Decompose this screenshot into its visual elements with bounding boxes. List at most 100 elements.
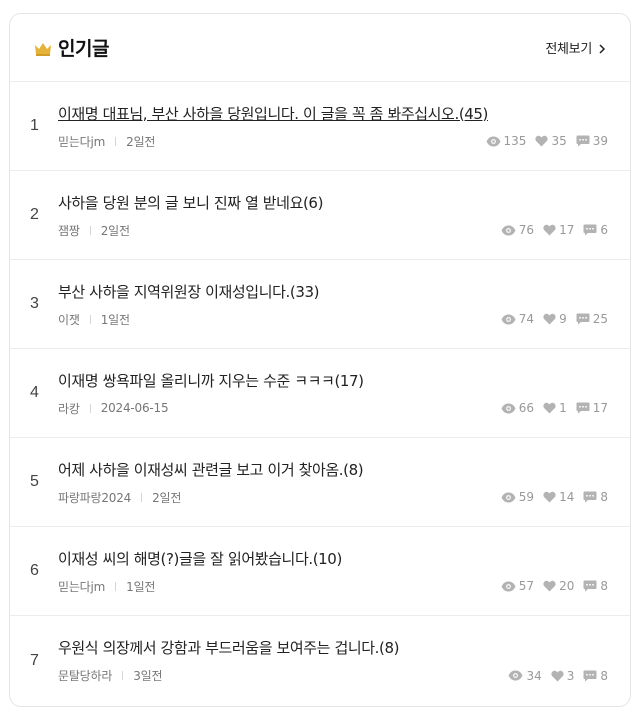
post-stats: 135 35 39 bbox=[477, 134, 608, 148]
post-meta: 파랑파랑2024 2일전 59 14 8 bbox=[58, 489, 608, 506]
rank-number: 4 bbox=[30, 384, 39, 401]
list-item[interactable]: 7 우원식 의장께서 강함과 부드러움을 보여주는 겁니다.(8) 문탈당하라 … bbox=[10, 616, 630, 705]
post-meta: 잼짱 2일전 76 17 6 bbox=[58, 222, 608, 239]
post-author: 이잿 bbox=[58, 312, 80, 327]
comment-stat: 8 bbox=[583, 490, 608, 504]
post-title[interactable]: 우원식 의장께서 강함과 부드러움을 보여주는 겁니다.(8) bbox=[58, 637, 608, 658]
post-time: 2024-06-15 bbox=[100, 401, 169, 415]
eye-icon bbox=[501, 492, 516, 502]
view-count: 76 bbox=[518, 223, 535, 237]
view-stat: 135 bbox=[486, 134, 527, 148]
post-title[interactable]: 사하을 당원 분의 글 보니 진짜 열 받네요(6) bbox=[58, 192, 608, 213]
post-title[interactable]: 이재성 씨의 해명(?)글을 잘 읽어봤습니다.(10) bbox=[58, 548, 608, 569]
post-body: 이재명 쌍욕파일 올리니까 지우는 수준 ㅋㅋㅋ(17) 라캉 2024-06-… bbox=[58, 370, 608, 417]
comment-count: 39 bbox=[592, 134, 608, 148]
post-title[interactable]: 어제 사하을 이재성씨 관련글 보고 이거 찾아옴.(8) bbox=[58, 459, 608, 480]
comment-icon bbox=[576, 135, 590, 147]
post-body: 이재명 대표님, 부산 사하을 당원입니다. 이 글을 꼭 좀 봐주십시오.(4… bbox=[58, 103, 608, 150]
view-all-label: 전체보기 bbox=[545, 42, 592, 57]
like-count: 14 bbox=[559, 490, 575, 504]
post-time: 2일전 bbox=[152, 490, 182, 505]
comment-stat: 6 bbox=[583, 223, 608, 237]
like-count: 35 bbox=[551, 134, 567, 148]
post-author: 믿는다jm bbox=[58, 134, 106, 149]
post-author: 라캉 bbox=[58, 401, 80, 416]
meta-left: 믿는다jm 1일전 bbox=[58, 578, 155, 595]
post-title[interactable]: 이재명 대표님, 부산 사하을 당원입니다. 이 글을 꼭 좀 봐주십시오.(4… bbox=[58, 103, 608, 124]
post-title[interactable]: 부산 사하을 지역위원장 이재성입니다.(33) bbox=[58, 281, 608, 302]
post-stats: 57 20 8 bbox=[492, 579, 608, 593]
view-count: 135 bbox=[503, 134, 527, 148]
chevron-right-icon bbox=[598, 43, 606, 54]
popular-posts-card: 인기글 전체보기 1 이재명 대표님, 부산 사하을 당원입니다. 이 글을 꼭… bbox=[9, 13, 631, 707]
view-count: 66 bbox=[518, 401, 535, 415]
like-stat: 9 bbox=[543, 312, 567, 326]
divider bbox=[115, 136, 117, 146]
meta-left: 잼짱 2일전 bbox=[58, 222, 130, 239]
eye-icon bbox=[501, 314, 516, 324]
view-stat: 76 bbox=[501, 223, 534, 237]
post-author: 믿는다jm bbox=[58, 579, 106, 594]
like-stat: 35 bbox=[535, 134, 567, 148]
list-item[interactable]: 6 이재성 씨의 해명(?)글을 잘 읽어봤습니다.(10) 믿는다jm 1일전 bbox=[10, 527, 630, 616]
post-time: 2일전 bbox=[126, 134, 156, 149]
comment-icon bbox=[583, 491, 597, 503]
divider bbox=[89, 403, 91, 413]
post-time: 1일전 bbox=[100, 312, 130, 327]
comment-count: 8 bbox=[600, 668, 608, 683]
divider bbox=[89, 225, 91, 235]
post-body: 우원식 의장께서 강함과 부드러움을 보여주는 겁니다.(8) 문탈당하라 3일… bbox=[58, 637, 608, 684]
meta-left: 라캉 2024-06-15 bbox=[58, 400, 169, 417]
comment-count: 25 bbox=[592, 312, 608, 326]
like-count: 20 bbox=[559, 579, 575, 593]
post-body: 사하을 당원 분의 글 보니 진짜 열 받네요(6) 잼짱 2일전 76 17 … bbox=[58, 192, 608, 239]
view-stat: 66 bbox=[501, 401, 534, 415]
post-body: 이재성 씨의 해명(?)글을 잘 읽어봤습니다.(10) 믿는다jm 1일전 5… bbox=[58, 548, 608, 595]
post-author: 문탈당하라 bbox=[58, 669, 113, 683]
rank-number: 7 bbox=[30, 651, 39, 669]
rank-number: 1 bbox=[30, 117, 39, 134]
view-count: 59 bbox=[518, 490, 535, 504]
heart-icon bbox=[543, 313, 556, 325]
comment-icon bbox=[583, 670, 597, 681]
list-item[interactable]: 4 이재명 쌍욕파일 올리니까 지우는 수준 ㅋㅋㅋ(17) 라캉 2024-0… bbox=[10, 349, 630, 438]
post-meta: 라캉 2024-06-15 66 1 17 bbox=[58, 400, 608, 417]
page-title: 인기글 bbox=[58, 38, 109, 60]
view-count: 74 bbox=[518, 312, 535, 326]
meta-left: 이잿 1일전 bbox=[58, 311, 130, 328]
comment-stat: 25 bbox=[576, 312, 608, 326]
view-stat: 34 bbox=[508, 669, 542, 683]
like-count: 3 bbox=[566, 668, 575, 683]
eye-icon bbox=[501, 403, 516, 413]
post-stats: 74 9 25 bbox=[492, 312, 608, 326]
post-meta: 문탈당하라 3일전 34 3 8 bbox=[58, 667, 608, 684]
comment-count: 17 bbox=[592, 401, 608, 415]
post-stats: 59 14 8 bbox=[492, 490, 608, 504]
header-title-group: 인기글 bbox=[34, 34, 109, 61]
post-stats: 76 17 6 bbox=[492, 223, 608, 237]
post-meta: 이잿 1일전 74 9 25 bbox=[58, 311, 608, 328]
meta-left: 문탈당하라 3일전 bbox=[58, 667, 163, 684]
list-item[interactable]: 3 부산 사하을 지역위원장 이재성입니다.(33) 이잿 1일전 74 9 2… bbox=[10, 260, 630, 349]
post-body: 어제 사하을 이재성씨 관련글 보고 이거 찾아옴.(8) 파랑파랑2024 2… bbox=[58, 459, 608, 506]
comment-stat: 17 bbox=[576, 401, 608, 415]
rank-number: 3 bbox=[30, 295, 39, 312]
view-all-link[interactable]: 전체보기 bbox=[545, 38, 606, 57]
post-title[interactable]: 이재명 쌍욕파일 올리니까 지우는 수준 ㅋㅋㅋ(17) bbox=[58, 370, 608, 391]
divider bbox=[89, 314, 91, 324]
like-stat: 17 bbox=[543, 223, 574, 237]
post-list: 1 이재명 대표님, 부산 사하을 당원입니다. 이 글을 꼭 좀 봐주십시오.… bbox=[10, 82, 630, 705]
heart-icon bbox=[535, 135, 549, 147]
list-item[interactable]: 2 사하을 당원 분의 글 보니 진짜 열 받네요(6) 잼짱 2일전 76 1… bbox=[10, 171, 630, 260]
like-stat: 14 bbox=[543, 490, 574, 504]
comment-icon bbox=[583, 224, 597, 236]
view-stat: 59 bbox=[501, 490, 534, 504]
eye-icon bbox=[508, 670, 523, 681]
list-item[interactable]: 1 이재명 대표님, 부산 사하을 당원입니다. 이 글을 꼭 좀 봐주십시오.… bbox=[10, 82, 630, 171]
rank-number: 5 bbox=[30, 473, 39, 490]
view-stat: 57 bbox=[501, 579, 534, 593]
meta-left: 파랑파랑2024 2일전 bbox=[58, 489, 181, 506]
post-author: 파랑파랑2024 bbox=[58, 490, 132, 505]
crown-icon bbox=[34, 41, 52, 56]
list-item[interactable]: 5 어제 사하을 이재성씨 관련글 보고 이거 찾아옴.(8) 파랑파랑2024… bbox=[10, 438, 630, 527]
